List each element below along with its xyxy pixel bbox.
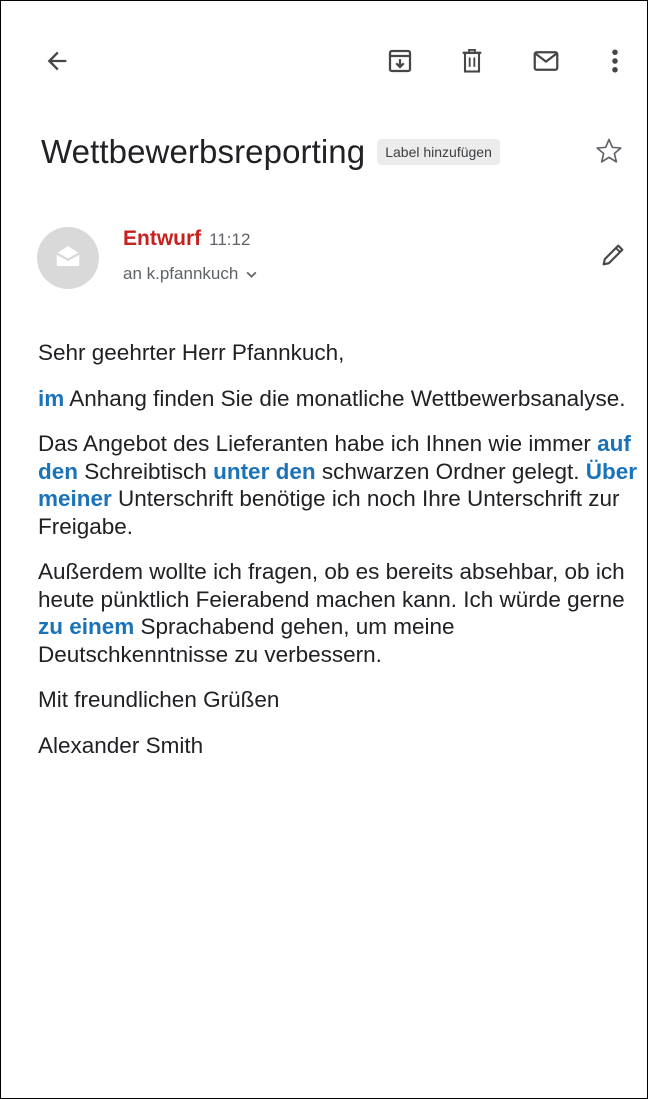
body-text: Anhang finden Sie die monatliche Wettbew… xyxy=(64,385,626,411)
body-text: Das Angebot des Lieferanten habe ich Ihn… xyxy=(38,431,598,456)
more-options-button[interactable] xyxy=(593,39,637,83)
edit-draft-button[interactable] xyxy=(593,237,633,277)
top-toolbar xyxy=(1,1,647,121)
more-vertical-icon xyxy=(610,46,620,76)
greeting: Sehr geehrter Herr Pfannkuch, xyxy=(38,340,345,365)
body-text: Unterschrift benötige ich noch Ihre Unte… xyxy=(38,486,620,539)
highlighted-phrase: im xyxy=(38,385,65,411)
delete-button[interactable] xyxy=(450,39,494,83)
star-button[interactable] xyxy=(589,133,629,173)
email-view: Wettbewerbsreporting Label hinzufügen En… xyxy=(0,0,648,1099)
body-paragraph: Das Angebot des Lieferanten habe ich Ihn… xyxy=(38,430,638,540)
draft-envelope-icon xyxy=(53,243,83,274)
highlighted-phrase: unter den xyxy=(213,458,316,484)
body-text: schwarzen Ordner gelegt. xyxy=(315,458,586,484)
recipient-details-toggle[interactable]: an k.pfannkuch xyxy=(123,264,258,284)
add-label-chip[interactable]: Label hinzufügen xyxy=(377,139,500,165)
subject-row: Wettbewerbsreporting Label hinzufügen xyxy=(41,129,633,175)
closing: Mit freundlichen Grüßen xyxy=(38,687,280,712)
archive-icon xyxy=(385,46,415,76)
mail-icon xyxy=(531,46,561,76)
archive-button[interactable] xyxy=(378,39,422,83)
message-body: Sehr geehrter Herr Pfannkuch, im Anhang … xyxy=(38,339,638,777)
body-text: Schreibtisch xyxy=(78,458,214,484)
recipient-text: an k.pfannkuch xyxy=(123,264,239,283)
signature: Alexander Smith xyxy=(38,732,204,758)
body-text: Außerdem wollte ich fragen, ob es bereit… xyxy=(38,559,625,612)
message-time: 11:12 xyxy=(209,230,251,249)
sender-line: Entwurf 11:12 xyxy=(123,227,250,251)
highlighted-phrase: zu einem xyxy=(38,614,135,639)
mark-unread-button[interactable] xyxy=(524,39,568,83)
body-paragraph: im Anhang finden Sie die monatliche Wett… xyxy=(38,385,638,413)
back-button[interactable] xyxy=(35,39,79,83)
avatar xyxy=(37,227,99,289)
subject-title: Wettbewerbsreporting xyxy=(41,133,366,170)
draft-status: Entwurf xyxy=(123,227,202,250)
arrow-left-icon xyxy=(43,47,71,75)
trash-icon xyxy=(458,46,486,76)
star-outline-icon xyxy=(594,136,624,171)
body-paragraph: Außerdem wollte ich fragen, ob es bereit… xyxy=(38,558,638,668)
pencil-icon xyxy=(599,241,627,274)
chevron-down-icon xyxy=(245,268,258,281)
